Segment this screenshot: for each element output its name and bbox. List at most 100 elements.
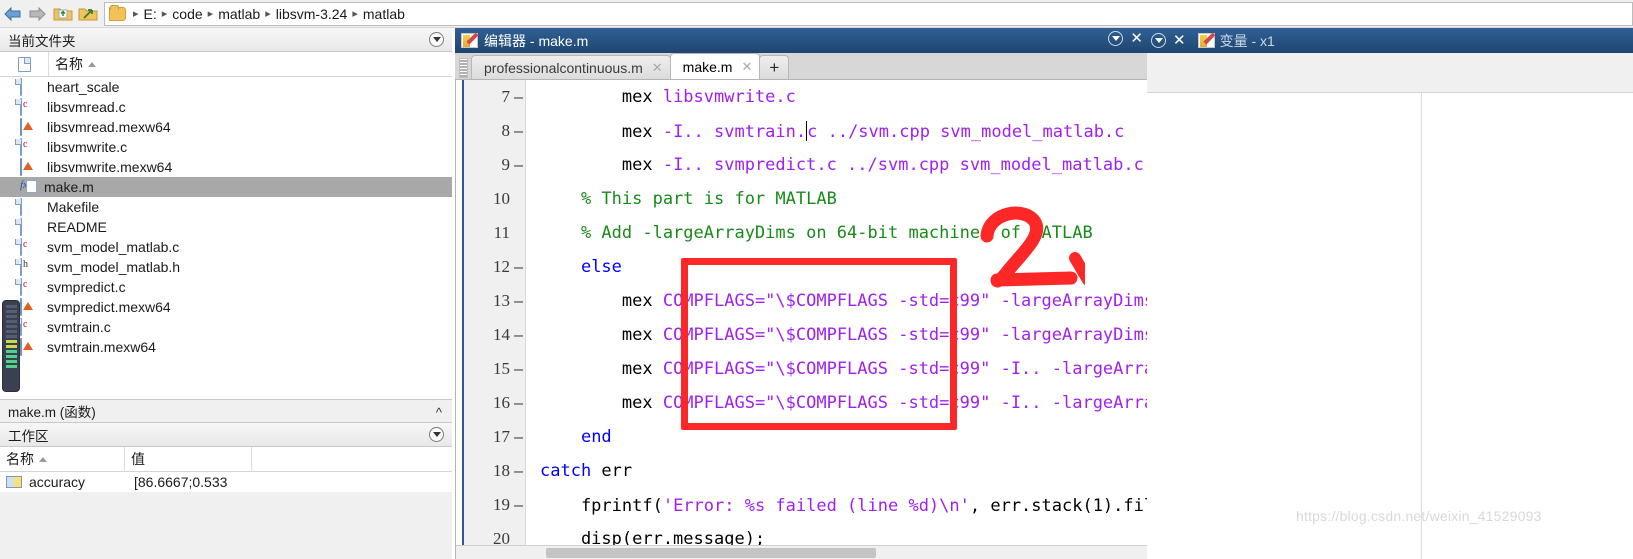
new-tab-button[interactable]: +: [759, 55, 790, 79]
line-executable-marker[interactable]: —: [514, 122, 523, 140]
table-row[interactable]: accuracy [86.6667;0.533: [0, 472, 452, 492]
list-item[interactable]: Makefile: [0, 197, 452, 217]
code-line-11[interactable]: 11 % Add -largeArrayDims on 64-bit machi…: [456, 216, 1147, 250]
code-line-15[interactable]: 15— mex COMPFLAGS="\$COMPFLAGS -std=c99"…: [456, 352, 1147, 386]
line-executable-marker[interactable]: —: [514, 88, 523, 106]
code-line-7[interactable]: 7— mex libsvmwrite.c: [456, 80, 1147, 114]
m-function-icon: [20, 179, 37, 195]
file-list[interactable]: heart_scale libsvmread.c libsvmread.mexw…: [0, 77, 452, 399]
code-line-19[interactable]: 19— fprintf('Error: %s failed (line %d)\…: [456, 488, 1147, 522]
list-item[interactable]: libsvmwrite.c: [0, 137, 452, 157]
line-executable-marker[interactable]: —: [514, 292, 523, 310]
list-item[interactable]: svm_model_matlab.c: [0, 237, 452, 257]
token-string: -I.. svmpredict.c ../svm.cpp svm_model_m…: [662, 155, 1144, 175]
breadcrumb-item-3[interactable]: libsvm-3.24: [273, 6, 351, 22]
line-executable-marker[interactable]: —: [514, 156, 523, 174]
breadcrumb-item-4[interactable]: matlab: [360, 6, 408, 22]
c-file-icon: [20, 138, 40, 156]
list-item[interactable]: heart_scale: [0, 77, 452, 97]
line-number: 15: [493, 359, 510, 378]
close-icon[interactable]: ✕: [1173, 33, 1186, 48]
mex-file-icon: [20, 298, 40, 316]
forward-arrow-icon[interactable]: [25, 2, 50, 26]
code-line-10[interactable]: 10 % This part is for MATLAB: [456, 182, 1147, 216]
tab-close-icon[interactable]: ✕: [741, 59, 752, 75]
panel-options-icon[interactable]: [429, 427, 444, 442]
up-folder-icon[interactable]: [50, 2, 75, 26]
line-executable-marker[interactable]: —: [514, 462, 523, 480]
code-lines[interactable]: 7— mex libsvmwrite.c 8— mex -I.. svmtrain…: [456, 80, 1147, 559]
scrollbar-thumb[interactable]: [546, 548, 876, 558]
token-string: c ../svm.cpp svm_model_matlab.c: [807, 121, 1125, 142]
token-string: COMPFLAGS="\$COMPFLAGS -std=c99" -I.. -l…: [662, 359, 1147, 379]
variables-window: ✕ 变量 - x1: [1147, 28, 1633, 559]
code-line-12[interactable]: 12— else: [456, 250, 1147, 284]
code-text: % This part is for MATLAB: [540, 189, 837, 209]
code-editor-area[interactable]: 7— mex libsvmwrite.c 8— mex -I.. svmtrain…: [455, 80, 1147, 559]
token-keyword: catch: [540, 461, 592, 481]
list-item[interactable]: libsvmwrite.mexw64: [0, 157, 452, 177]
list-item[interactable]: svm_model_matlab.h: [0, 257, 452, 277]
file-type-column-icon: [0, 56, 48, 72]
address-path-field[interactable]: ▸ E: ▸ code ▸ matlab ▸ libsvm-3.24 ▸ mat…: [104, 1, 1633, 26]
breadcrumb-item-2[interactable]: matlab: [215, 6, 263, 22]
file-name: libsvmread.c: [47, 99, 126, 115]
line-number: 16: [493, 393, 510, 412]
workspace-header: 工作区: [0, 423, 452, 447]
list-item-selected[interactable]: make.m: [0, 177, 452, 197]
list-item[interactable]: libsvmread.mexw64: [0, 117, 452, 137]
workspace-extra-column-header: [252, 447, 452, 471]
horizontal-scrollbar[interactable]: [456, 545, 1147, 559]
file-details-bar[interactable]: make.m (函数) ^: [0, 399, 452, 423]
file-name-column-header[interactable]: 名称: [48, 52, 452, 76]
dropdown-circle-icon[interactable]: [1151, 33, 1166, 48]
list-item[interactable]: svmpredict.mexw64: [0, 297, 452, 317]
code-line-13[interactable]: 13— mex COMPFLAGS="\$COMPFLAGS -std=c99"…: [456, 284, 1147, 318]
code-line-14[interactable]: 14— mex COMPFLAGS="\$COMPFLAGS -std=c99"…: [456, 318, 1147, 352]
list-item[interactable]: svmtrain.c: [0, 317, 452, 337]
tab-professionalcontinuous[interactable]: professionalcontinuous.m ✕: [471, 55, 671, 79]
code-text: mex -I.. svmpredict.c ../svm.cpp svm_mod…: [540, 155, 1144, 175]
line-executable-marker[interactable]: —: [514, 496, 523, 514]
code-line-16[interactable]: 16— mex COMPFLAGS="\$COMPFLAGS -std=c99"…: [456, 386, 1147, 420]
workspace-table[interactable]: 名称 值 accuracy [86.6667;0.533: [0, 447, 452, 492]
file-name: libsvmread.mexw64: [47, 119, 171, 135]
mex-file-icon: [20, 338, 40, 356]
workspace-value-column-header[interactable]: 值: [125, 447, 252, 471]
c-file-icon: [20, 98, 40, 116]
variables-grid[interactable]: [1147, 93, 1633, 559]
c-file-icon: [20, 238, 40, 256]
line-executable-marker[interactable]: —: [514, 360, 523, 378]
close-icon[interactable]: ✕: [1130, 31, 1143, 46]
code-line-9[interactable]: 9— mex -I.. svmpredict.c ../svm.cpp svm_…: [456, 148, 1147, 182]
code-text: mex COMPFLAGS="\$COMPFLAGS -std=c99" -la…: [540, 291, 1147, 311]
browse-folder-icon[interactable]: [75, 2, 100, 26]
list-item[interactable]: svmtrain.mexw64: [0, 337, 452, 357]
tab-strip-grip[interactable]: [459, 58, 468, 78]
chevron-up-icon[interactable]: ^: [436, 405, 442, 420]
tab-make[interactable]: make.m ✕: [669, 53, 761, 79]
list-item[interactable]: libsvmread.c: [0, 97, 452, 117]
line-executable-marker[interactable]: —: [514, 326, 523, 344]
breadcrumb-item-0[interactable]: E:: [141, 6, 160, 22]
watermark-text: https://blog.csdn.net/weixin_41529093: [1296, 508, 1542, 524]
code-text: fprintf('Error: %s failed (line %d)\n', …: [540, 495, 1147, 516]
dropdown-circle-icon[interactable]: [1108, 31, 1124, 46]
token-plain: err: [591, 461, 633, 481]
back-arrow-icon[interactable]: [0, 2, 25, 26]
list-item[interactable]: svmpredict.c: [0, 277, 452, 297]
list-item[interactable]: README: [0, 217, 452, 237]
panel-options-icon[interactable]: [429, 32, 444, 47]
breadcrumb-item-1[interactable]: code: [169, 6, 205, 22]
file-list-header: 名称: [0, 52, 452, 77]
tab-close-icon[interactable]: ✕: [652, 60, 663, 76]
editor-title-bar: 编辑器 - make.m ✕: [455, 28, 1147, 53]
line-executable-marker[interactable]: —: [514, 258, 523, 276]
code-line-17[interactable]: 17— end: [456, 420, 1147, 454]
workspace-name-column-header[interactable]: 名称: [0, 447, 125, 471]
line-executable-marker[interactable]: —: [514, 394, 523, 412]
code-line-18[interactable]: 18— catch err: [456, 454, 1147, 488]
code-line-8[interactable]: 8— mex -I.. svmtrain.c ../svm.cpp svm_mo…: [456, 114, 1147, 148]
line-number: 12: [493, 257, 510, 276]
line-executable-marker[interactable]: —: [514, 428, 523, 446]
